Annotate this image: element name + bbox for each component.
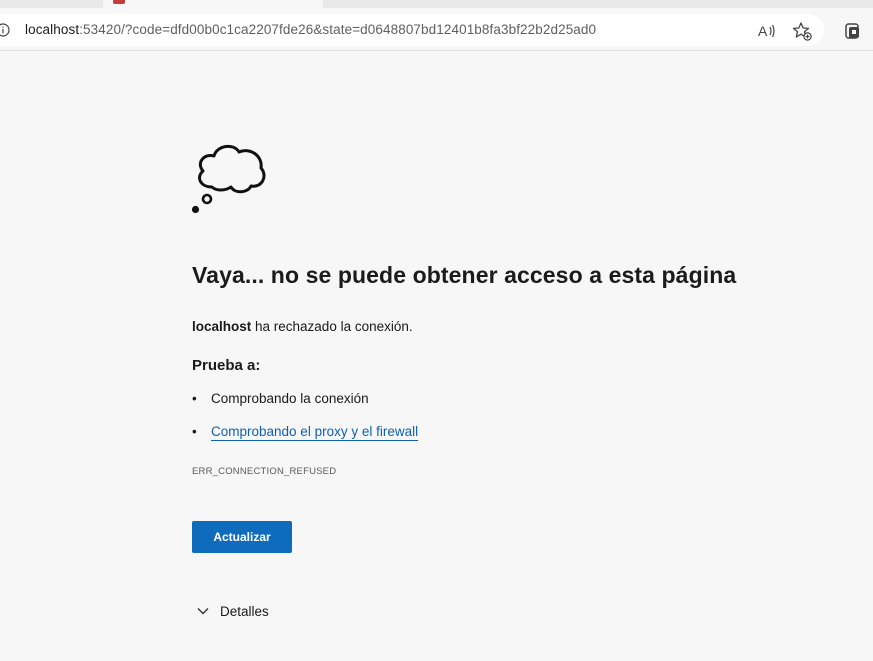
tab[interactable] [543,0,764,8]
proxy-firewall-link[interactable]: Comprobando el proxy y el firewall [211,424,419,441]
url-host: localhost [25,22,80,37]
address-bar-row: localhost:53420/?code=dfd00b0c1ca2207fde… [0,8,873,51]
svg-text:A: A [758,23,768,39]
url-text[interactable]: localhost:53420/?code=dfd00b0c1ca2207fde… [25,22,596,37]
refused-host: localhost [192,319,252,334]
suggestion-item: • Comprobando la conexión [192,391,369,406]
error-code: ERR_CONNECTION_REFUSED [192,466,337,477]
thought-cloud-icon [191,144,266,214]
bullet: • [192,424,197,439]
page-title: Vaya... no se puede obtener acceso a est… [192,262,737,288]
suggestion-item: • Comprobando el proxy y el firewall [192,424,419,441]
read-aloud-icon[interactable]: A [757,21,777,41]
tab-active[interactable] [103,0,324,8]
refresh-button[interactable]: Actualizar [192,521,292,553]
chevron-down-icon [197,608,209,615]
tab-strip [0,0,873,8]
url-path: :53420/?code=dfd00b0c1ca2207fde26&state=… [79,22,597,37]
details-toggle[interactable]: Detalles [196,602,269,620]
info-icon[interactable] [0,23,10,37]
add-favorite-icon[interactable] [792,21,812,41]
bullet: • [192,391,197,406]
tab[interactable] [763,0,873,8]
try-heading: Prueba a: [192,357,261,374]
details-label: Detalles [220,603,269,619]
refused-text: ha rechazado la conexión. [251,319,413,334]
tab[interactable] [0,0,104,8]
refused-message: localhost ha rechazado la conexión. [192,319,413,334]
suggestion-check-connection: Comprobando la conexión [211,391,369,406]
collections-icon[interactable] [843,21,863,41]
tab[interactable] [323,0,544,8]
tab-favicon-icon [113,0,125,4]
